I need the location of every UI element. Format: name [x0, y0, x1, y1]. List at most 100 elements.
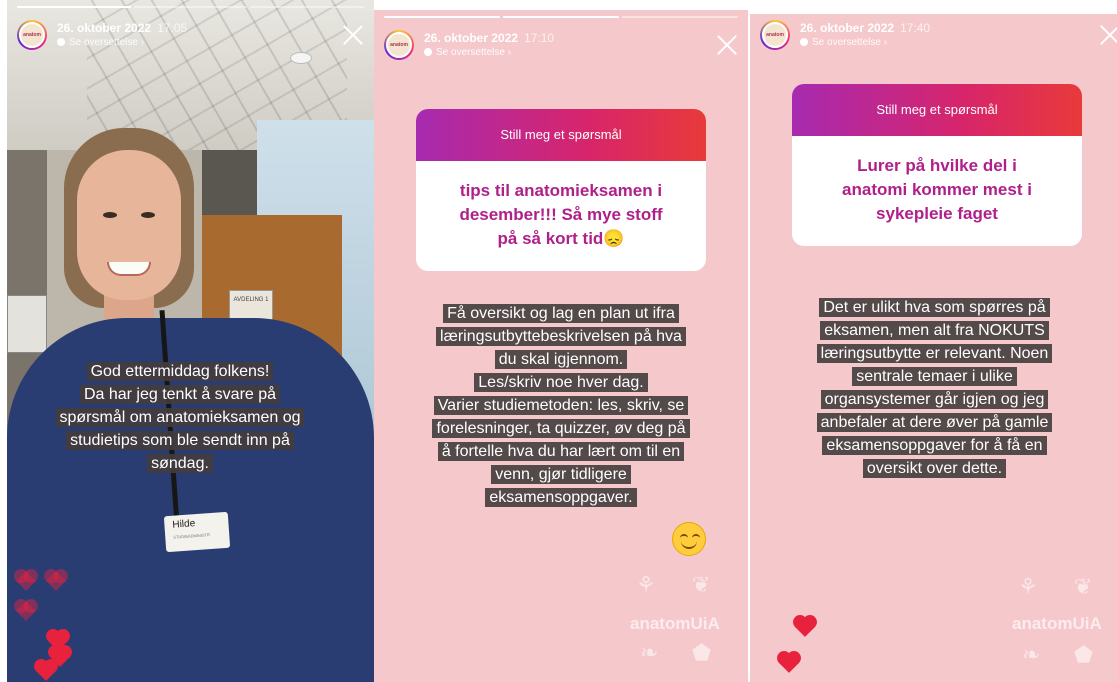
badge-name: Hilde — [172, 518, 196, 531]
stomach-icon: ❧ — [1022, 642, 1041, 667]
question-line: sykepleie faget — [876, 204, 998, 223]
answer-line: anbefaler at dere øver på gamle — [816, 413, 1053, 432]
person-eye-right — [141, 212, 155, 218]
answer-line: Det er ulikt hva som spørres på — [819, 298, 1050, 317]
story-date: 26. oktober 2022 17:05 — [57, 21, 187, 35]
emoji-eye — [692, 534, 700, 538]
question-header: Still meg et spørsmål — [792, 84, 1082, 136]
translate-label: Se oversettelse — [436, 47, 505, 58]
story-question-1[interactable]: anatom 26. oktober 2022 17:10 Se oversett… — [374, 10, 748, 682]
answer-text: Få oversikt og lag en plan ut ifra lærin… — [400, 302, 722, 509]
question-line: anatomi kommer mest i — [842, 180, 1032, 199]
avatar-logo: anatom — [762, 22, 788, 48]
globe-icon — [800, 38, 808, 46]
question-text: Lurer på hvilke del i anatomi kommer mes… — [792, 136, 1082, 246]
watermark-logo: anatomUiA — [1012, 614, 1102, 633]
answer-line: læringsutbytte er relevant. Noen — [816, 344, 1053, 363]
story-progress — [17, 6, 365, 8]
answer-line: sentrale temaer i ulike — [852, 367, 1017, 386]
avatar[interactable]: anatom — [760, 20, 790, 50]
avatar[interactable]: anatom — [17, 20, 47, 50]
translate-label: Se oversettelse — [812, 37, 881, 48]
story-date-text: 26. oktober 2022 — [800, 21, 895, 35]
story-header: anatom 26. oktober 2022 17:40 Se oversett… — [760, 20, 1107, 56]
emoji-eye — [680, 534, 688, 538]
kidney-icon: ❦ — [1074, 574, 1093, 599]
person-face — [77, 150, 181, 300]
caption-line: God ettermiddag folkens! — [86, 362, 274, 381]
answer-line: du skal igjennom. — [494, 350, 628, 369]
question-line: på så kort tid😞 — [497, 229, 625, 248]
story-question-2[interactable]: anatom 26. oktober 2022 17:40 Se oversett… — [750, 14, 1117, 682]
caption-line: Da har jeg tenkt å svare på — [79, 385, 281, 404]
close-icon[interactable] — [1099, 24, 1117, 46]
story-date-text: 26. oktober 2022 — [57, 21, 152, 35]
answer-line: å fortelle hva du har lært om til en — [437, 442, 685, 461]
story-caption: God ettermiddag folkens! Da har jeg tenk… — [25, 360, 335, 475]
translate-link[interactable]: Se oversettelse › — [57, 37, 144, 48]
caption-line: søndag. — [147, 454, 213, 473]
person-eye-left — [103, 212, 117, 218]
question-sticker: Still meg et spørsmål Lurer på hvilke de… — [792, 84, 1082, 246]
story-date: 26. oktober 2022 17:40 — [800, 21, 930, 35]
question-sticker: Still meg et spørsmål tips til anatomiek… — [416, 109, 706, 271]
story-header: anatom 26. oktober 2022 17:05 Se oversett… — [17, 20, 364, 56]
watermark-logo: anatomUiA — [630, 614, 720, 633]
answer-text: Det er ulikt hva som spørres på eksamen,… — [772, 296, 1097, 480]
caption-line: spørsmål om anatomieksamen og — [55, 408, 305, 427]
question-line: tips til anatomieksamen i — [459, 181, 663, 200]
story-header: anatom 26. oktober 2022 17:10 Se oversett… — [384, 30, 738, 66]
translate-link[interactable]: Se oversettelse › — [800, 37, 887, 48]
story-time: 17:10 — [524, 31, 555, 45]
name-badge: Hilde STUDIEADMINISTR — [163, 511, 231, 553]
lungs-icon: ⚘ — [1018, 574, 1038, 599]
close-icon[interactable] — [342, 24, 364, 46]
question-line: Lurer på hvilke del i — [857, 156, 1017, 175]
lungs-icon: ⚘ — [636, 572, 656, 597]
answer-line: oversikt over dette. — [862, 459, 1007, 478]
stomach-icon: ❧ — [640, 640, 659, 665]
answer-line: Les/skriv noe hver dag. — [474, 373, 648, 392]
smiley-emoji — [672, 522, 706, 556]
question-line: desember!!! Så mye stoff — [459, 205, 663, 224]
close-icon[interactable] — [716, 34, 738, 56]
question-header: Still meg et spørsmål — [416, 109, 706, 161]
progress-segment — [503, 16, 619, 18]
answer-line: eksamensoppgaver. — [485, 488, 637, 507]
wall-poster — [7, 295, 47, 353]
liver-icon: ⬟ — [1074, 642, 1094, 667]
answer-line: Varier studiemetoden: les, skriv, se — [433, 396, 689, 415]
translate-link[interactable]: Se oversettelse › — [424, 47, 511, 58]
globe-icon — [57, 38, 65, 46]
story-progress — [384, 16, 738, 18]
answer-line: Få oversikt og lag en plan ut ifra — [443, 304, 679, 323]
badge-subtitle: STUDIEADMINISTR — [173, 532, 211, 540]
question-text: tips til anatomieksamen i desember!!! Så… — [416, 161, 706, 271]
caption-line: studietips som ble sendt inn på — [66, 431, 294, 450]
answer-line: læringsutbyttebeskrivelsen på hva — [436, 327, 686, 346]
progress-segment — [250, 6, 365, 8]
heart-icon — [779, 653, 799, 673]
story-date: 26. oktober 2022 17:10 — [424, 31, 554, 45]
heart-icon — [795, 617, 815, 637]
answer-line: eksamensoppgaver for å få en — [822, 436, 1047, 455]
avatar-logo: anatom — [19, 22, 45, 48]
story-time: 17:05 — [157, 21, 188, 35]
story-date-text: 26. oktober 2022 — [424, 31, 519, 45]
progress-segment — [622, 16, 738, 18]
progress-segment — [384, 16, 500, 18]
answer-line: venn, gjør tidligere — [491, 465, 631, 484]
globe-icon — [424, 48, 432, 56]
avatar-logo: anatom — [386, 32, 412, 58]
kidney-icon: ❦ — [692, 572, 711, 597]
avatar[interactable]: anatom — [384, 30, 414, 60]
story-time: 17:40 — [900, 21, 931, 35]
answer-line: forelesninger, ta quizzer, øv deg på — [432, 419, 690, 438]
progress-segment — [17, 6, 131, 8]
liver-icon: ⬟ — [692, 640, 712, 665]
answer-line: organsystemer går igjen og jeg — [820, 390, 1049, 409]
answer-line: eksamen, men alt fra NOKUTS — [820, 321, 1049, 340]
translate-label: Se oversettelse — [69, 37, 138, 48]
progress-segment — [133, 6, 248, 8]
story-photo[interactable]: AVDELING 1 Hilde STUDIEADMINISTR anatom … — [7, 0, 374, 682]
